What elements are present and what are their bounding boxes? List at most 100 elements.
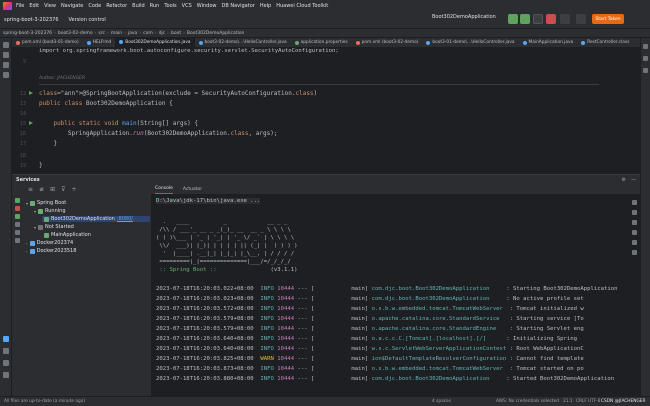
menu-huawei-cloud-toolkit[interactable]: Huawei Cloud Toolkit (276, 3, 328, 9)
menu-window[interactable]: Window (197, 3, 217, 9)
breadcrumb-item[interactable]: boot (171, 31, 181, 36)
expand-all-icon[interactable]: ≡ (28, 186, 33, 193)
project-selector[interactable]: spring-boot-3-202376 (4, 17, 59, 23)
breadcrumb-item[interactable]: Boot302DemoApplication (187, 31, 244, 36)
breadcrumb-item[interactable]: spring-boot-3-202376 (3, 31, 52, 36)
breadcrumb-item[interactable]: djc (159, 31, 166, 36)
breadcrumb-item[interactable]: src (98, 31, 105, 36)
editor-tab[interactable]: boot3-02-demo\...\HelloController.java (195, 38, 291, 47)
console-tabs: Console Actuator (152, 184, 640, 194)
database-tool-icon[interactable] (643, 56, 648, 61)
editor-tab[interactable]: application.properties (291, 38, 352, 47)
rerun-icon[interactable] (15, 198, 20, 203)
file-type-icon (426, 40, 431, 45)
more-actions-button[interactable] (533, 14, 543, 24)
project-tool-icon[interactable] (3, 42, 9, 48)
menu-refactor[interactable]: Refactor (106, 3, 127, 9)
breadcrumb-item[interactable]: com (143, 31, 153, 36)
console-output[interactable]: D:\Java\jdk-17\bin\java.exe ... . ____ _… (152, 194, 630, 396)
search-everywhere-icon[interactable] (560, 14, 570, 24)
debug-button[interactable] (520, 14, 530, 24)
collapse-all-icon[interactable]: ≢ (39, 186, 44, 193)
console-tab-actuator[interactable]: Actuator (183, 184, 202, 194)
menu-vcs[interactable]: VCS (182, 3, 192, 9)
expand-arrow-icon[interactable]: ▾ (34, 209, 36, 214)
menu-file[interactable]: File (16, 3, 24, 9)
scroll-to-end-icon[interactable] (632, 230, 637, 235)
problems-tool-icon[interactable] (3, 360, 9, 366)
maven-tool-icon[interactable] (643, 68, 648, 73)
editor-tab[interactable]: RestController.class (577, 38, 633, 47)
start-token-button[interactable]: Start Token (592, 14, 624, 24)
editor-tab[interactable]: boot3-01-demo\...\HelloController.java (422, 38, 518, 47)
menu-build[interactable]: Build (132, 3, 145, 9)
clear-console-icon[interactable] (632, 250, 637, 255)
group-icon[interactable]: ⊞ (50, 186, 55, 193)
editor-tab[interactable]: MainApplication.java (519, 38, 578, 47)
services-tool-icon[interactable] (3, 336, 9, 342)
code-editor[interactable]: import org.springframework.boot.autoconf… (12, 48, 640, 172)
run-gutter-icon[interactable] (29, 121, 33, 125)
commit-tool-icon[interactable] (3, 52, 9, 58)
menu-edit[interactable]: Edit (29, 3, 39, 9)
cursor-position[interactable]: 21:1 (563, 399, 573, 404)
pause-icon[interactable] (15, 222, 20, 227)
scroll-down-icon[interactable] (632, 210, 637, 215)
terminal-tool-icon[interactable] (3, 348, 9, 354)
run-configuration-selector[interactable]: Boot302DemoApplication (432, 14, 496, 20)
breadcrumb-item[interactable]: java (128, 31, 137, 36)
menu-help[interactable]: Help (260, 3, 271, 9)
services-tree-node[interactable]: MainApplication (42, 232, 91, 238)
run-button[interactable] (508, 14, 518, 24)
settings-icon[interactable] (576, 14, 586, 24)
menu-db-navigator[interactable]: DB Navigator (221, 3, 254, 9)
print-console-icon[interactable] (632, 240, 637, 245)
services-tree-node[interactable]: Boot302DemoApplication:8080/ (42, 216, 150, 222)
structure-tool-icon[interactable] (3, 62, 9, 68)
scroll-up-icon[interactable] (632, 200, 637, 205)
soft-wrap-icon[interactable] (632, 220, 637, 225)
editor-tab[interactable]: HELP.md (83, 38, 116, 47)
port-link[interactable]: :8080/ (117, 216, 133, 222)
print-icon[interactable] (15, 238, 20, 243)
editor-tab[interactable]: Boot302DemoApplication.java (115, 38, 195, 47)
console-tab-console[interactable]: Console (155, 184, 173, 194)
services-tree-node[interactable]: › Docker202374 (26, 240, 73, 246)
services-tree-node[interactable]: ▾ Spring Boot (26, 200, 66, 206)
restore-icon[interactable] (15, 230, 20, 235)
editor-tab[interactable]: pom.xml (boot3-01-demo) (12, 38, 83, 47)
git-tool-icon[interactable] (3, 372, 9, 378)
menu-code[interactable]: Code (88, 3, 101, 9)
breadcrumb-item[interactable]: boot3-02-demo (58, 31, 93, 36)
node-label: Docker202374 (36, 240, 74, 246)
indent-setting[interactable]: 4 spaces (432, 399, 451, 404)
stop-button[interactable] (546, 14, 556, 24)
debug-service-icon[interactable] (15, 214, 20, 219)
menu-view[interactable]: View (44, 3, 56, 9)
services-tree-node[interactable]: ▾ Running (34, 208, 66, 214)
services-tree-node[interactable]: ▾ Not Started (34, 224, 74, 230)
expand-arrow-icon[interactable]: ▾ (26, 201, 28, 206)
line-separator[interactable]: CRLF (576, 399, 587, 404)
status-message[interactable]: All files are up-to-date (a minute ago) (4, 399, 85, 404)
menu-run[interactable]: Run (150, 3, 160, 9)
bookmarks-tool-icon[interactable] (3, 72, 9, 78)
expand-arrow-icon[interactable]: › (26, 249, 28, 254)
filter-icon[interactable]: ⊽ (61, 186, 65, 193)
new-service-icon[interactable]: + (72, 186, 77, 193)
menu-navigate[interactable]: Navigate (61, 3, 83, 9)
version-control-selector[interactable]: Version control (69, 17, 106, 23)
breadcrumb-item[interactable]: main (111, 31, 122, 36)
run-gutter-icon[interactable] (29, 91, 33, 95)
editor-tab[interactable]: pom.xml (boot3-02-demo) (352, 38, 423, 47)
stop-service-icon[interactable] (15, 206, 20, 211)
notifications-icon[interactable] (643, 44, 648, 49)
aws-credentials[interactable]: AWS: No credentials selected (496, 399, 559, 404)
expand-arrow-icon[interactable]: › (26, 241, 28, 246)
services-tree-node[interactable]: › Docker2023518 (26, 248, 76, 254)
menu-tools[interactable]: Tools (164, 3, 176, 9)
options-icon[interactable]: ⚙ (622, 177, 626, 183)
file-encoding[interactable]: UTF-8 (588, 399, 601, 404)
expand-arrow-icon[interactable]: ▾ (34, 225, 36, 230)
hide-panel-icon[interactable]: — (631, 177, 636, 183)
